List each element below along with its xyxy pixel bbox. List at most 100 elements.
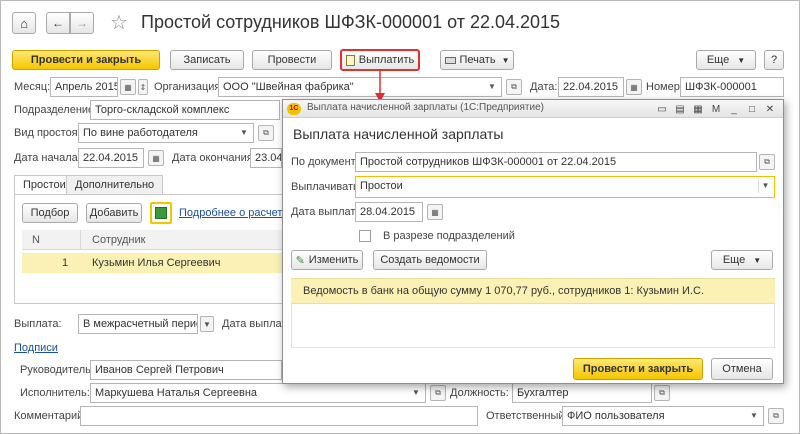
date-label: Дата: bbox=[530, 81, 558, 93]
responsible-value: ФИО пользователя bbox=[567, 410, 665, 422]
org-field[interactable]: ООО "Швейная фабрика" ▼ bbox=[218, 77, 502, 97]
save-link-icon[interactable]: ▭ bbox=[655, 102, 669, 116]
more-button-label: Еще bbox=[706, 54, 730, 66]
close-icon[interactable]: ✕ bbox=[763, 102, 777, 116]
doc-field[interactable]: Простой сотрудников ШФЗК-000001 от 22.04… bbox=[355, 152, 757, 172]
comment-label: Комментарий: bbox=[14, 410, 87, 422]
post-button[interactable]: Провести bbox=[252, 50, 332, 70]
calendar-icon[interactable]: ▦ bbox=[120, 79, 136, 95]
downtime-type-label: Вид простоя: bbox=[14, 127, 81, 139]
executor-label: Исполнитель: bbox=[20, 387, 90, 399]
app-logo-icon: 1С bbox=[287, 103, 301, 115]
responsible-field[interactable]: ФИО пользователя ▼ bbox=[562, 406, 764, 426]
signatures-link[interactable]: Подписи bbox=[14, 338, 58, 358]
dropdown-arrow-icon[interactable]: ▼ bbox=[485, 80, 499, 94]
cancel-button[interactable]: Отмена bbox=[711, 358, 773, 380]
dialog-post-close-button[interactable]: Провести и закрыть bbox=[573, 358, 703, 380]
page-title: Простой сотрудников ШФЗК-000001 от 22.04… bbox=[141, 12, 561, 32]
dialog-window-title: Выплата начисленной зарплаты (1С:Предпри… bbox=[307, 102, 544, 113]
post-and-close-button[interactable]: Провести и закрыть bbox=[12, 50, 160, 70]
dropdown-arrow-icon[interactable]: ▼ bbox=[747, 409, 761, 423]
home-button[interactable]: ⌂ bbox=[12, 12, 36, 34]
dropdown-arrow-icon[interactable]: ▼ bbox=[758, 179, 772, 193]
pay-button-label: Выплатить bbox=[358, 54, 415, 66]
memory-icon[interactable]: M bbox=[709, 102, 723, 116]
row-employee: Кузьмин Илья Сергеевич bbox=[92, 257, 221, 269]
end-date-field[interactable]: 23.04 bbox=[250, 148, 282, 168]
pencil-icon: ✎ bbox=[295, 254, 305, 267]
star-icon[interactable]: ☆ bbox=[110, 10, 128, 35]
column-header-n: N bbox=[32, 234, 40, 246]
by-division-checkbox[interactable] bbox=[359, 230, 371, 242]
calendar-icon[interactable]: ▦ bbox=[691, 102, 705, 116]
downtime-type-value: По вине работодателя bbox=[83, 127, 198, 139]
executor-field[interactable]: Маркушева Наталья Сергеевна ▼ bbox=[90, 383, 426, 403]
manager-label: Руководитель: bbox=[20, 364, 94, 376]
executor-value: Маркушева Наталья Сергеевна bbox=[95, 387, 258, 399]
dialog-titlebar: 1С Выплата начисленной зарплаты (1С:Пред… bbox=[283, 100, 783, 118]
calculator-icon[interactable]: ▤ bbox=[673, 102, 687, 116]
create-statements-button[interactable]: Создать ведомости bbox=[373, 250, 487, 270]
division-field[interactable]: Торго-складской комплекс bbox=[90, 100, 280, 120]
help-button[interactable]: ? bbox=[764, 50, 784, 70]
back-button[interactable]: ← bbox=[46, 12, 70, 34]
by-division-label: В разрезе подразделений bbox=[383, 230, 515, 242]
open-link-icon[interactable]: ⧉ bbox=[258, 125, 274, 141]
pay-field[interactable]: Простои ▼ bbox=[355, 176, 775, 198]
forward-arrow-icon: → bbox=[76, 16, 88, 30]
position-field[interactable]: Бухгалтер bbox=[512, 383, 652, 403]
save-button[interactable]: Записать bbox=[170, 50, 244, 70]
payout-dialog: 1С Выплата начисленной зарплаты (1С:Пред… bbox=[282, 99, 784, 384]
document-icon bbox=[345, 54, 355, 66]
add-button[interactable]: Добавить bbox=[86, 203, 142, 223]
row-number: 1 bbox=[62, 257, 69, 269]
dropdown-arrow-icon: ▼ bbox=[501, 55, 510, 65]
calculate-icon[interactable] bbox=[150, 202, 172, 224]
month-field[interactable]: Апрель 2015 bbox=[50, 77, 118, 97]
start-date-field[interactable]: 22.04.2015 bbox=[78, 148, 144, 168]
forward-button[interactable]: → bbox=[70, 12, 94, 34]
home-icon: ⌂ bbox=[20, 15, 28, 31]
dropdown-arrow-icon[interactable]: ▼ bbox=[409, 386, 423, 400]
edit-button[interactable]: ✎ Изменить bbox=[291, 250, 363, 270]
column-divider bbox=[80, 230, 81, 250]
print-button[interactable]: Печать ▼ bbox=[440, 50, 514, 70]
open-link-icon[interactable]: ⧉ bbox=[759, 154, 775, 170]
dialog-more-button[interactable]: Еще ▼ bbox=[711, 250, 773, 270]
pay-date-field[interactable]: 28.04.2015 bbox=[355, 202, 423, 222]
open-link-icon[interactable]: ⧉ bbox=[430, 385, 446, 401]
column-header-employee: Сотрудник bbox=[92, 234, 146, 246]
minimize-icon[interactable]: _ bbox=[727, 102, 741, 116]
downtime-type-field[interactable]: По вине работодателя ▼ bbox=[78, 123, 254, 143]
more-button[interactable]: Еще ▼ bbox=[696, 50, 756, 70]
select-button[interactable]: Подбор bbox=[22, 203, 78, 223]
pay-button[interactable]: Выплатить bbox=[340, 49, 420, 71]
pay-label: Выплачивать: bbox=[291, 181, 362, 193]
open-link-icon[interactable]: ⧉ bbox=[506, 79, 522, 95]
print-button-label: Печать bbox=[459, 54, 496, 66]
number-field[interactable]: ШФЗК-000001 bbox=[680, 77, 784, 97]
calendar-icon[interactable]: ▦ bbox=[626, 79, 642, 95]
dropdown-arrow-icon[interactable]: ▼ bbox=[200, 316, 214, 332]
statement-info: Ведомость в банк на общую сумму 1 070,77… bbox=[303, 285, 705, 297]
payout-date-label: Дата выплат bbox=[222, 318, 287, 330]
date-field[interactable]: 22.04.2015 bbox=[558, 77, 624, 97]
dropdown-arrow-icon[interactable]: ▼ bbox=[237, 126, 251, 140]
printer-icon bbox=[444, 56, 456, 64]
dialog-heading: Выплата начисленной зарплаты bbox=[293, 126, 504, 142]
month-stepper[interactable]: ⇕ bbox=[138, 79, 148, 95]
number-label: Номер: bbox=[646, 81, 683, 93]
responsible-label: Ответственный: bbox=[486, 410, 568, 422]
open-link-icon[interactable]: ⧉ bbox=[654, 385, 670, 401]
division-label: Подразделение: bbox=[14, 104, 98, 116]
manager-field[interactable]: Иванов Сергей Петрович bbox=[90, 360, 282, 380]
dialog-more-label: Еще bbox=[722, 254, 746, 266]
calendar-icon[interactable]: ▦ bbox=[427, 204, 443, 220]
open-link-icon[interactable]: ⧉ bbox=[768, 408, 784, 424]
position-label: Должность: bbox=[450, 387, 509, 399]
comment-field[interactable] bbox=[80, 406, 478, 426]
maximize-icon[interactable]: □ bbox=[745, 102, 759, 116]
calendar-icon[interactable]: ▦ bbox=[148, 150, 164, 166]
payout-field[interactable]: В межрасчетный период bbox=[78, 314, 198, 334]
tab-additional[interactable]: Дополнительно bbox=[66, 175, 164, 195]
